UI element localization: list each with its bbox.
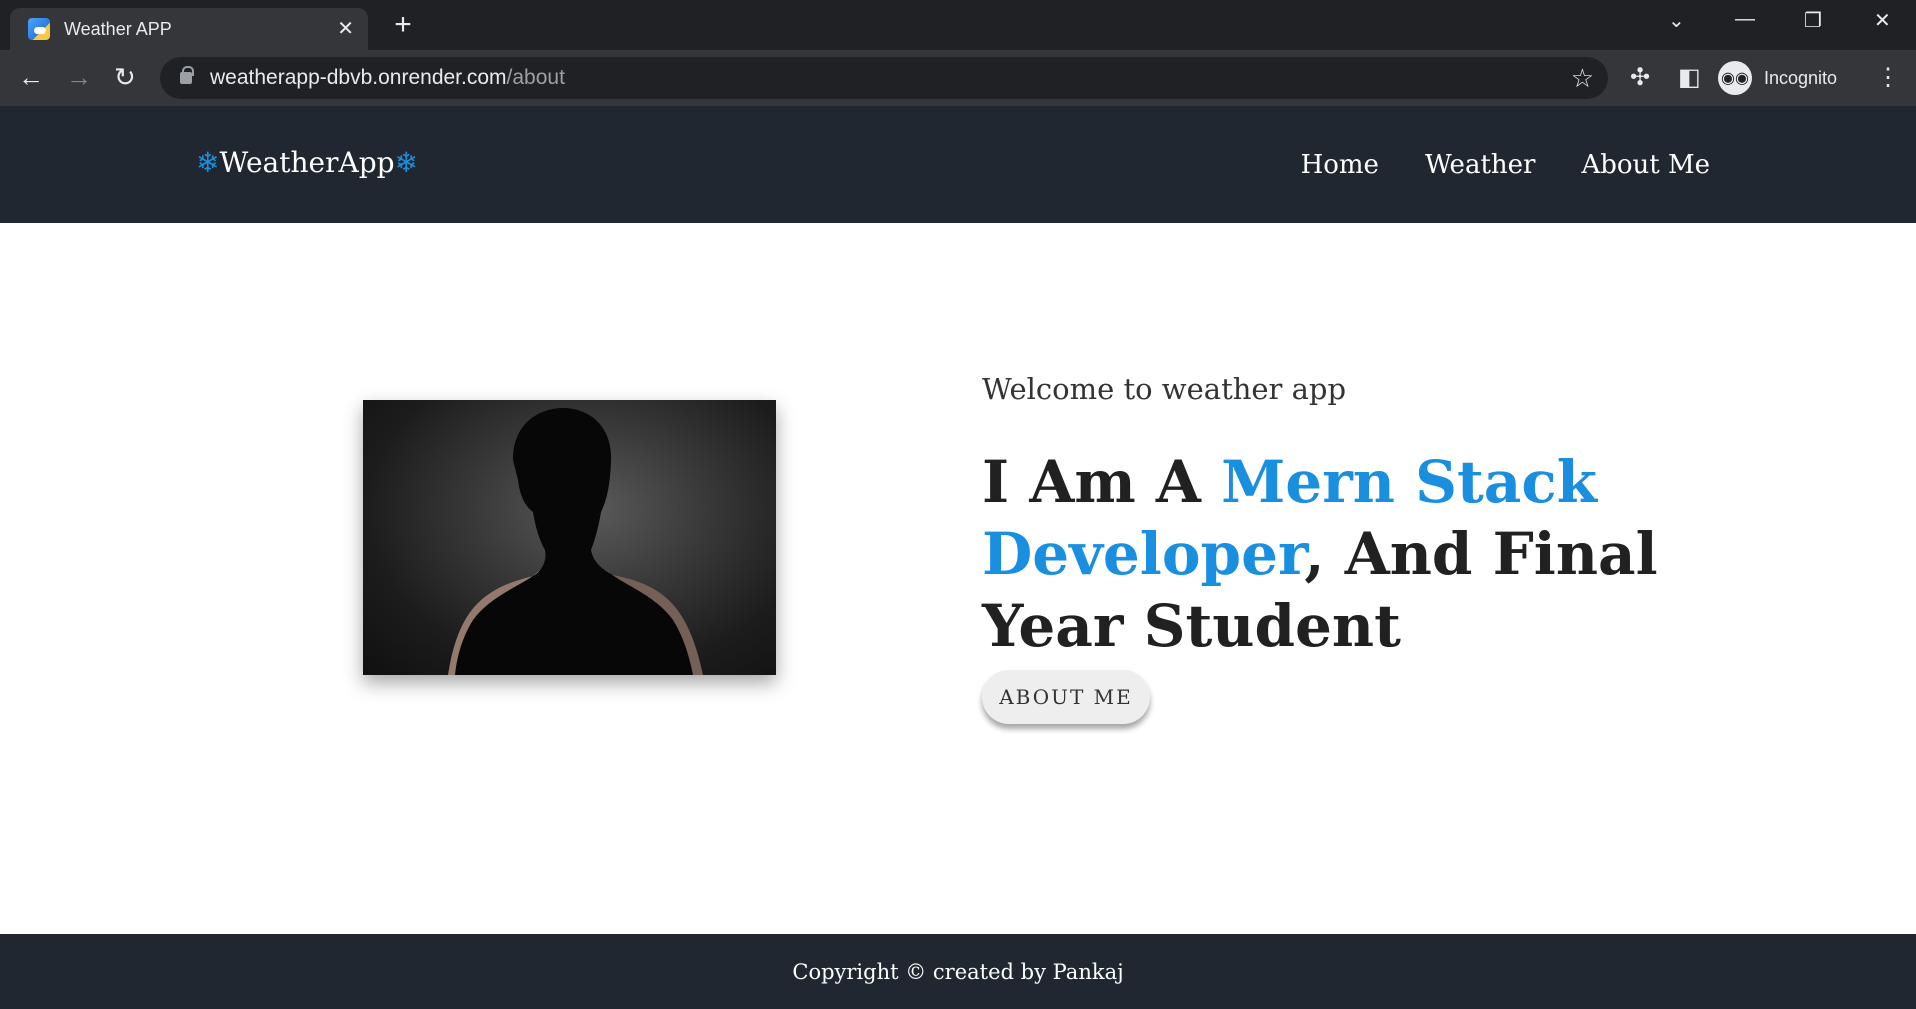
nav-about-link[interactable]: About Me [1581,150,1710,180]
url-path: /about [506,66,565,89]
url-host: weatherapp-dbvb.onrender.com [210,66,507,89]
extensions-icon[interactable]: ✣ [1630,63,1650,93]
incognito-label: Incognito [1764,67,1838,88]
reload-icon[interactable]: ↻ [114,62,136,92]
nav-weather-link[interactable]: Weather [1425,150,1536,180]
about-me-button[interactable]: ABOUT ME [982,670,1150,724]
weather-favicon-icon [28,18,50,40]
side-panel-icon[interactable]: ◧ [1678,63,1701,93]
brand-text: WeatherApp [219,146,395,179]
lock-icon[interactable] [180,66,194,84]
headline: I Am A Mern Stack Developer, And Final Y… [982,446,1702,662]
page: ❄ WeatherApp ❄ Home Weather About Me Wel… [0,106,1916,1009]
close-window-icon[interactable]: ✕ [1874,8,1891,33]
new-tab-icon[interactable]: + [388,10,418,40]
snowflake-icon: ❄ [196,146,220,179]
browser-menu-icon[interactable]: ⋮ [1876,63,1900,92]
site-navbar: ❄ WeatherApp ❄ Home Weather About Me [0,106,1916,223]
snowflake-icon: ❄ [394,146,419,179]
nav-home-link[interactable]: Home [1301,150,1379,180]
bookmark-star-icon[interactable]: ☆ [1571,63,1594,94]
nav-links: Home Weather About Me [1301,150,1710,180]
welcome-text: Welcome to weather app [982,372,1347,406]
profile-image [363,400,776,675]
browser-tabbar: Weather APP ✕ + ⌄ — ❐ ✕ [0,0,1916,50]
incognito-profile[interactable]: ◉◉ Incognito [1718,58,1858,98]
minimize-icon[interactable]: — [1735,8,1755,31]
site-brand[interactable]: ❄ WeatherApp ❄ [196,146,418,179]
address-bar[interactable]: weatherapp-dbvb.onrender.com/about ☆ [160,57,1608,99]
browser-tab[interactable]: Weather APP ✕ [10,8,368,50]
site-footer: Copyright © created by Pankaj [0,934,1916,1009]
tab-title: Weather APP [64,18,172,39]
incognito-icon: ◉◉ [1718,61,1752,95]
tab-search-icon[interactable]: ⌄ [1668,8,1685,33]
headline-pre: I Am A [982,448,1222,516]
person-silhouette-icon [448,408,703,675]
forward-icon[interactable]: → [66,62,92,92]
close-tab-icon[interactable]: ✕ [337,19,354,39]
restore-icon[interactable]: ❐ [1804,8,1822,33]
back-icon[interactable]: ← [18,62,44,92]
browser-toolbar: ← → ↻ weatherapp-dbvb.onrender.com/about… [0,50,1916,106]
footer-copyright: Copyright © created by Pankaj [792,959,1124,984]
